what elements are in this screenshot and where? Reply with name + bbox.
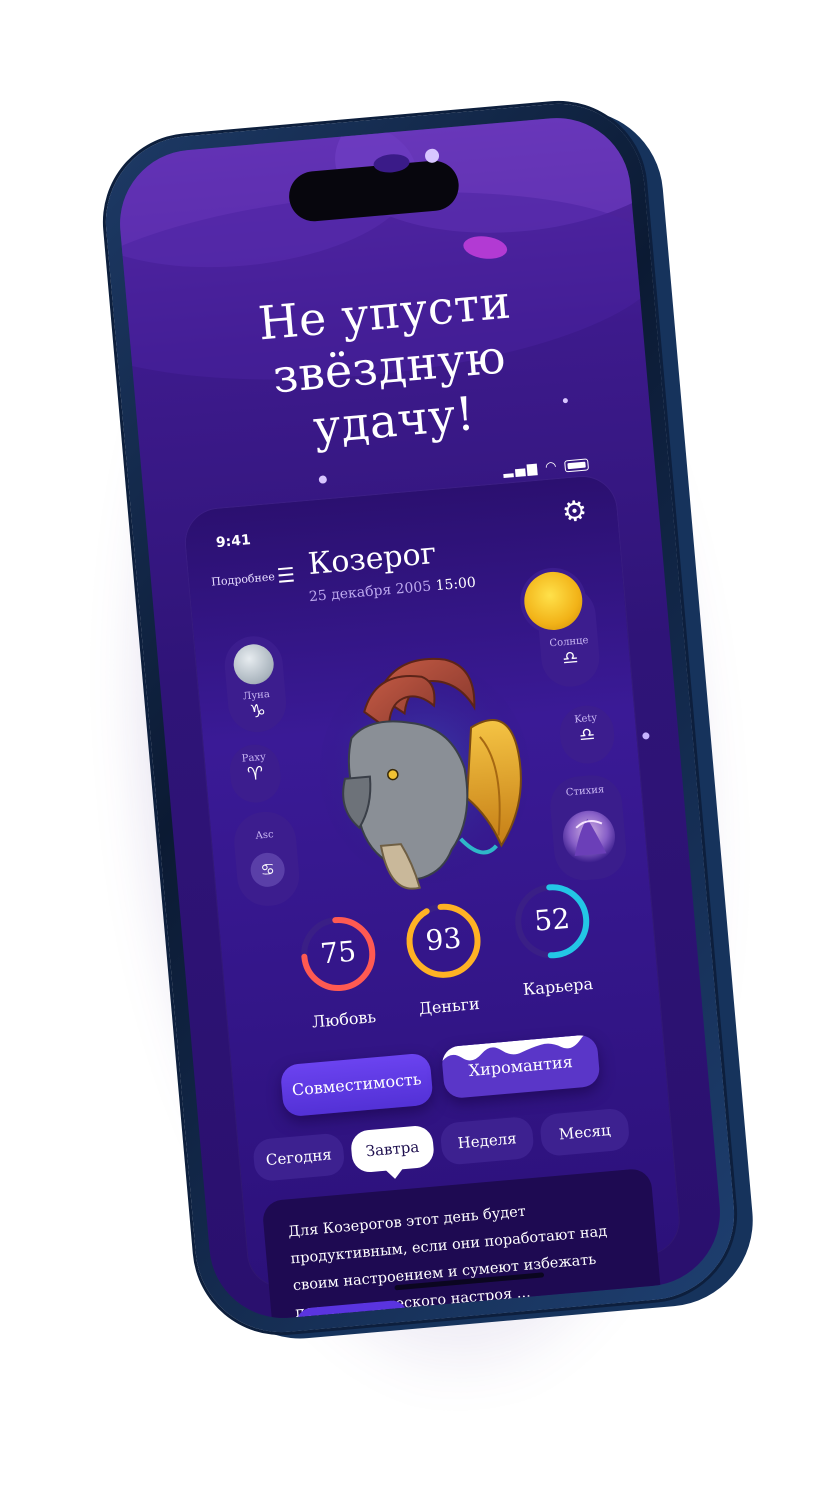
star-dot: [318, 475, 328, 484]
wifi-icon: ◠: [544, 459, 560, 476]
tab-week[interactable]: Неделя: [439, 1115, 535, 1166]
stat-love[interactable]: 75 Любовь: [295, 911, 385, 1033]
planet-label: Asc: [255, 829, 275, 842]
stat-value: 93: [424, 921, 463, 958]
capricorn-illustration: [319, 657, 530, 890]
battery-icon: [564, 457, 590, 472]
star-dot: [642, 732, 650, 740]
stat-career[interactable]: 52 Карьера: [509, 878, 599, 1000]
element-air-icon: [562, 810, 615, 863]
tab-today[interactable]: Сегодня: [252, 1132, 346, 1183]
cancer-icon: ♋: [249, 851, 287, 889]
libra-icon: ♎: [578, 723, 597, 747]
tab-pointer: [385, 1168, 405, 1180]
gear-icon[interactable]: ⚙: [559, 494, 589, 529]
tab-tomorrow[interactable]: Завтра: [349, 1124, 436, 1174]
status-time: 9:41: [215, 532, 252, 552]
app-screen: Не упусти звёздную удачу! ▂▄▆ ◠ 9:41 ⚙ П…: [113, 111, 727, 1325]
status-icons: ▂▄▆ ◠: [502, 456, 590, 479]
app-card: ▂▄▆ ◠ 9:41 ⚙ Подробнее ☰ Козерог 25 дека…: [183, 457, 682, 1325]
tab-month[interactable]: Месяц: [539, 1107, 631, 1157]
stat-money[interactable]: 93 Деньги: [400, 897, 490, 1019]
element-card[interactable]: Стихия: [547, 772, 629, 883]
stat-value: 52: [532, 901, 572, 938]
moon-icon: [232, 642, 276, 686]
aries-icon: ♈: [246, 762, 265, 786]
planet-asc[interactable]: Asc ♋: [231, 809, 302, 909]
menu-icon[interactable]: ☰: [276, 562, 296, 587]
phone-mockup: Не упусти звёздную удачу! ▂▄▆ ◠ 9:41 ⚙ П…: [98, 96, 742, 1340]
signal-icon: ▂▄▆: [502, 460, 540, 479]
capricorn-icon: ♑: [248, 700, 267, 723]
stat-value: 75: [318, 934, 358, 971]
